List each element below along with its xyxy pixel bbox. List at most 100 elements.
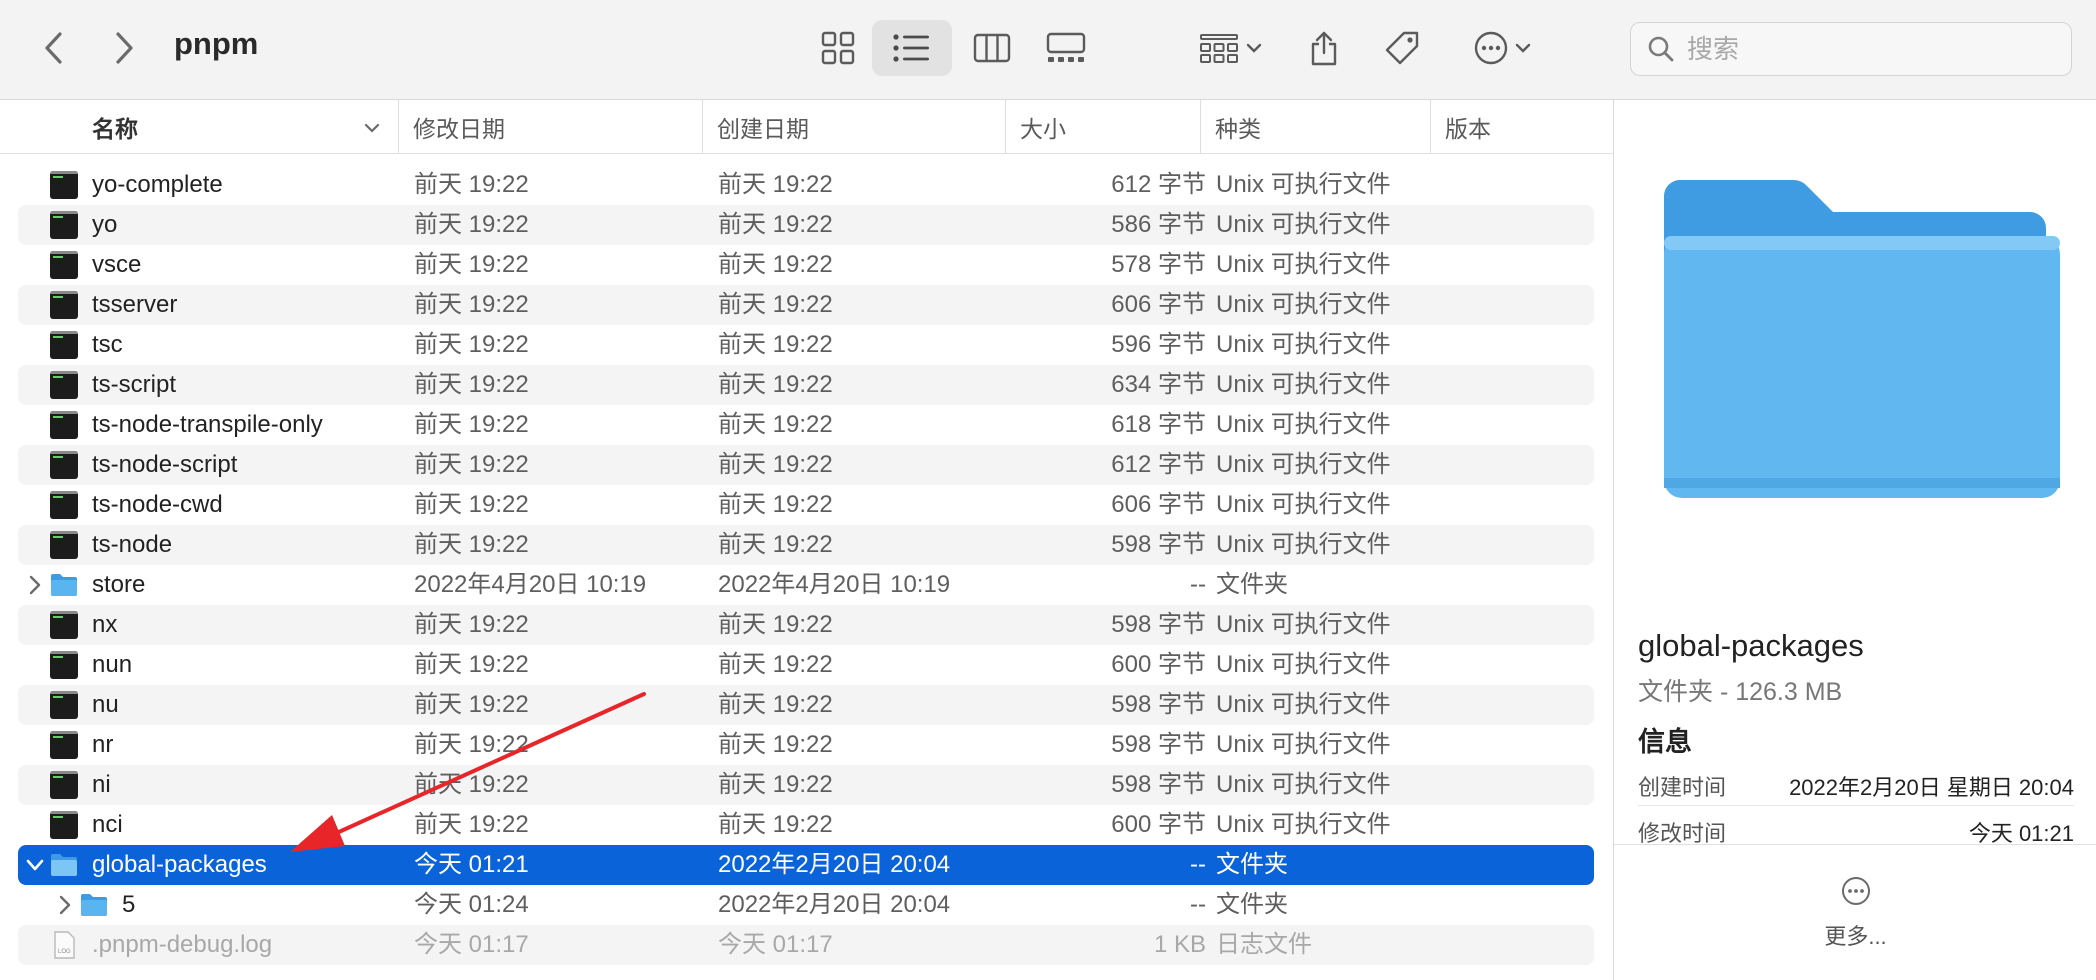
column-name-header[interactable]: 名称 bbox=[92, 100, 138, 154]
file-modified: 前天 19:22 bbox=[414, 491, 529, 518]
divider bbox=[1614, 844, 2096, 845]
list-item[interactable]: ts-node-cwd 前天 19:22 前天 19:22 606 字节 Uni… bbox=[18, 485, 1594, 525]
column-size-header[interactable]: 大小 bbox=[1005, 100, 1066, 154]
file-kind: Unix 可执行文件 bbox=[1216, 531, 1391, 558]
file-kind: 文件夹 bbox=[1216, 851, 1288, 878]
file-size: -- bbox=[1190, 891, 1206, 918]
sort-chevron-icon[interactable] bbox=[362, 118, 382, 138]
list-item[interactable]: ts-node-script 前天 19:22 前天 19:22 612 字节 … bbox=[18, 445, 1594, 485]
list-item[interactable]: ni 前天 19:22 前天 19:22 598 字节 Unix 可执行文件 bbox=[18, 765, 1594, 805]
list-item[interactable]: LOG .pnpm-debug.log 今天 01:17 今天 01:17 1 … bbox=[18, 925, 1594, 965]
file-size: 1 KB bbox=[1153, 931, 1206, 958]
file-kind: Unix 可执行文件 bbox=[1216, 211, 1391, 238]
column-created-header[interactable]: 创建日期 bbox=[702, 100, 809, 154]
preview-pane: global-packages 文件夹 - 126.3 MB 信息 创建时间 2… bbox=[1613, 100, 2096, 980]
file-created: 前天 19:22 bbox=[718, 771, 833, 798]
list-item[interactable]: 5 今天 01:24 2022年2月20日 20:04 -- 文件夹 bbox=[18, 885, 1594, 925]
forward-button[interactable] bbox=[100, 22, 148, 74]
more-button[interactable]: 更多... bbox=[1614, 876, 2096, 951]
file-size: -- bbox=[1190, 571, 1206, 598]
folder-icon bbox=[51, 574, 77, 596]
file-name: nci bbox=[92, 811, 123, 838]
file-size: 600 字节 bbox=[1111, 811, 1206, 838]
file-modified: 前天 19:22 bbox=[414, 331, 529, 358]
list-item[interactable]: store 2022年4月20日 10:19 2022年4月20日 10:19 … bbox=[18, 565, 1594, 605]
disclosure-chevron-right-icon[interactable] bbox=[24, 573, 46, 597]
more-actions-button[interactable] bbox=[1462, 20, 1544, 76]
folder-icon bbox=[51, 854, 77, 876]
file-kind: 日志文件 bbox=[1216, 931, 1312, 958]
file-created: 前天 19:22 bbox=[718, 811, 833, 838]
list-item[interactable]: yo 前天 19:22 前天 19:22 586 字节 Unix 可执行文件 bbox=[18, 205, 1594, 245]
list-view-button[interactable] bbox=[872, 20, 952, 76]
file-size: 596 字节 bbox=[1111, 331, 1206, 358]
disclosure-chevron-down-icon[interactable] bbox=[24, 853, 46, 877]
file-modified: 前天 19:22 bbox=[414, 691, 529, 718]
file-modified: 2022年4月20日 10:19 bbox=[414, 571, 647, 598]
executable-icon bbox=[50, 771, 78, 799]
ellipsis-circle-icon bbox=[1841, 877, 1870, 905]
file-name: ts-script bbox=[92, 371, 176, 398]
column-view-button[interactable] bbox=[952, 20, 1032, 76]
file-size: 600 字节 bbox=[1111, 651, 1206, 678]
file-kind: Unix 可执行文件 bbox=[1216, 291, 1391, 318]
list-item[interactable]: yo-complete 前天 19:22 前天 19:22 612 字节 Uni… bbox=[18, 165, 1594, 205]
file-created: 今天 01:17 bbox=[718, 931, 833, 958]
file-created: 2022年2月20日 20:04 bbox=[718, 851, 951, 878]
list-item[interactable]: nx 前天 19:22 前天 19:22 598 字节 Unix 可执行文件 bbox=[18, 605, 1594, 645]
list-item[interactable]: vsce 前天 19:22 前天 19:22 578 字节 Unix 可执行文件 bbox=[18, 245, 1594, 285]
search-field[interactable] bbox=[1630, 22, 2072, 76]
column-kind-header[interactable]: 种类 bbox=[1200, 100, 1261, 154]
chevron-left-icon bbox=[45, 32, 62, 64]
file-size: 612 字节 bbox=[1111, 171, 1206, 198]
file-created: 前天 19:22 bbox=[718, 291, 833, 318]
file-created: 前天 19:22 bbox=[718, 211, 833, 238]
file-name: nun bbox=[92, 651, 133, 678]
icon-view-button[interactable] bbox=[798, 20, 878, 76]
tag-button[interactable] bbox=[1364, 20, 1440, 76]
list-item[interactable]: tsserver 前天 19:22 前天 19:22 606 字节 Unix 可… bbox=[18, 285, 1594, 325]
file-rows: yo-complete 前天 19:22 前天 19:22 612 字节 Uni… bbox=[18, 165, 1594, 965]
file-kind: Unix 可执行文件 bbox=[1216, 651, 1391, 678]
file-modified: 今天 01:24 bbox=[414, 891, 529, 918]
list-item[interactable]: ts-node 前天 19:22 前天 19:22 598 字节 Unix 可执… bbox=[18, 525, 1594, 565]
file-size: 586 字节 bbox=[1111, 211, 1206, 238]
back-button[interactable] bbox=[30, 22, 78, 74]
column-version-header[interactable]: 版本 bbox=[1430, 100, 1491, 154]
list-item[interactable]: nci 前天 19:22 前天 19:22 600 字节 Unix 可执行文件 bbox=[18, 805, 1594, 845]
file-modified: 前天 19:22 bbox=[414, 531, 529, 558]
window-title: pnpm bbox=[174, 26, 259, 61]
file-size: 618 字节 bbox=[1111, 411, 1206, 438]
file-kind: Unix 可执行文件 bbox=[1216, 331, 1391, 358]
file-name: ni bbox=[92, 771, 111, 798]
search-input[interactable] bbox=[1687, 33, 2047, 65]
file-name: ts-node-script bbox=[92, 451, 238, 478]
group-button[interactable] bbox=[1190, 20, 1272, 76]
file-modified: 今天 01:21 bbox=[414, 851, 529, 878]
chevron-right-icon bbox=[116, 32, 133, 64]
list-item[interactable]: ts-script 前天 19:22 前天 19:22 634 字节 Unix … bbox=[18, 365, 1594, 405]
list-item-selected[interactable]: global-packages 今天 01:21 2022年2月20日 20:0… bbox=[18, 845, 1594, 885]
file-created: 前天 19:22 bbox=[718, 491, 833, 518]
executable-icon bbox=[50, 691, 78, 719]
file-size: 634 字节 bbox=[1111, 371, 1206, 398]
file-size: 598 字节 bbox=[1111, 691, 1206, 718]
file-modified: 前天 19:22 bbox=[414, 371, 529, 398]
disclosure-chevron-right-icon[interactable] bbox=[54, 893, 76, 917]
list-item[interactable]: tsc 前天 19:22 前天 19:22 596 字节 Unix 可执行文件 bbox=[18, 325, 1594, 365]
list-item[interactable]: nu 前天 19:22 前天 19:22 598 字节 Unix 可执行文件 bbox=[18, 685, 1594, 725]
file-kind: Unix 可执行文件 bbox=[1216, 411, 1391, 438]
file-kind: 文件夹 bbox=[1216, 891, 1288, 918]
file-size: 612 字节 bbox=[1111, 451, 1206, 478]
column-modified-header[interactable]: 修改日期 bbox=[398, 100, 505, 154]
list-item[interactable]: nun 前天 19:22 前天 19:22 600 字节 Unix 可执行文件 bbox=[18, 645, 1594, 685]
gallery-view-button[interactable] bbox=[1026, 20, 1106, 76]
share-button[interactable] bbox=[1286, 20, 1362, 76]
file-created: 前天 19:22 bbox=[718, 331, 833, 358]
file-modified: 今天 01:17 bbox=[414, 931, 529, 958]
file-modified: 前天 19:22 bbox=[414, 811, 529, 838]
file-kind: Unix 可执行文件 bbox=[1216, 491, 1391, 518]
list-item[interactable]: nr 前天 19:22 前天 19:22 598 字节 Unix 可执行文件 bbox=[18, 725, 1594, 765]
executable-icon bbox=[50, 731, 78, 759]
list-item[interactable]: ts-node-transpile-only 前天 19:22 前天 19:22… bbox=[18, 405, 1594, 445]
